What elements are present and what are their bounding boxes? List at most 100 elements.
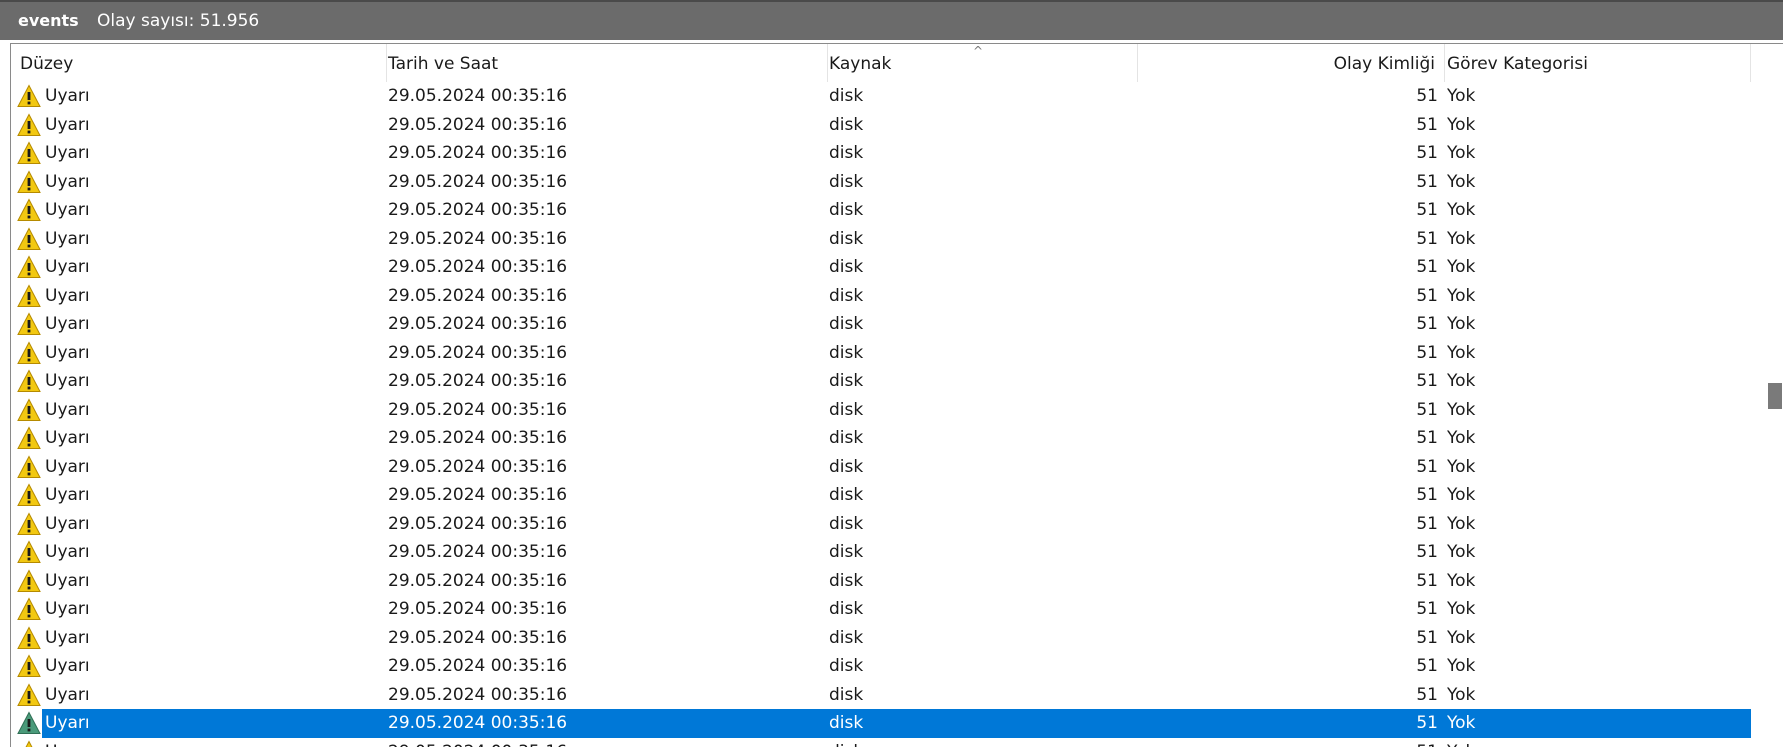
vertical-scrollbar[interactable] — [1751, 44, 1783, 747]
table-row[interactable]: Uyarı 29.05.2024 00:35:16 disk 51 Yok — [11, 567, 1751, 596]
cell-source: disk — [829, 456, 864, 477]
table-row[interactable]: Uyarı 29.05.2024 00:35:16 disk 51 Yok — [11, 424, 1751, 453]
table-row[interactable]: Uyarı 29.05.2024 00:35:16 disk 51 Yok — [11, 396, 1751, 425]
cell-category: Yok — [1447, 371, 1476, 391]
cell-level: Uyarı — [45, 627, 90, 648]
warning-icon — [17, 711, 41, 735]
cell-event-id: 51 — [1416, 114, 1438, 135]
cell-level: Uyarı — [45, 371, 90, 391]
cell-datetime: 29.05.2024 00:35:16 — [388, 738, 567, 747]
cell-datetime: 29.05.2024 00:35:16 — [388, 656, 568, 676]
table-row[interactable]: Uyarı 29.05.2024 00:35:16 disk 51 Yok — [11, 168, 1751, 197]
warning-icon — [17, 283, 41, 308]
table-row[interactable]: Uyarı 29.05.2024 00:35:16 disk 51 Yok — [11, 510, 1751, 539]
cell-category: Yok — [1447, 342, 1476, 363]
table-row[interactable]: Uyarı 29.05.2024 00:35:16 disk 51 Yok — [11, 652, 1751, 681]
cell-event-id: 51 — [1416, 171, 1438, 192]
column-header-datetime[interactable]: Tarih ve Saat — [387, 44, 828, 82]
cell-event-id: 51 — [1416, 456, 1438, 477]
cell-event-id: 51 — [1416, 428, 1438, 448]
warning-icon — [17, 169, 41, 194]
cell-category: Yok — [1447, 171, 1476, 192]
cell-category: Yok — [1447, 656, 1476, 676]
cell-source: disk — [829, 713, 864, 733]
cell-datetime: 29.05.2024 00:35:16 — [388, 485, 568, 505]
table-row[interactable]: Uyarı 29.05.2024 00:35:16 disk 51 Yok — [11, 82, 1751, 111]
table-row[interactable]: Uyarı 29.05.2024 00:35:16 disk 51 Yok — [11, 481, 1751, 510]
cell-category: Yok — [1447, 114, 1476, 135]
table-row[interactable]: Uyarı 29.05.2024 00:35:16 disk 51 Yok — [11, 282, 1751, 311]
table-row[interactable]: Uyarı 29.05.2024 00:35:16 disk 51 Yok — [11, 310, 1751, 339]
cell-event-id: 51 — [1416, 228, 1438, 249]
cell-datetime: 29.05.2024 00:35:16 — [388, 627, 568, 648]
table-row[interactable]: Uyarı 29.05.2024 00:35:16 disk 51 Yok — [11, 225, 1751, 254]
warning-icon — [17, 340, 41, 365]
cell-event-id: 51 — [1142, 738, 1438, 747]
cell-datetime: 29.05.2024 00:35:16 — [388, 114, 568, 135]
cell-datetime: 29.05.2024 00:35:16 — [388, 285, 568, 306]
table-row[interactable]: Uyarı 29.05.2024 00:35:16 disk 51 Yok — [11, 624, 1751, 653]
cell-datetime: 29.05.2024 00:35:16 — [388, 599, 568, 619]
table-row[interactable]: Uyarı 29.05.2024 00:35:16 disk 51 Yok — [11, 538, 1751, 567]
warning-icon — [17, 426, 41, 450]
table-row[interactable]: Uyarı 29.05.2024 00:35:16 disk 51 Yok — [11, 367, 1751, 396]
table-row[interactable]: Uyarı 29.05.2024 00:35:16 disk 51 Yok — [11, 139, 1751, 168]
warning-icon — [17, 568, 41, 593]
event-rows: Uyarı 29.05.2024 00:35:16 disk 51 Yok Uy… — [11, 82, 1751, 747]
table-row[interactable]: Uyarı 29.05.2024 00:35:16 disk 51 Yok — [11, 681, 1751, 710]
cell-event-id: 51 — [1416, 86, 1438, 106]
table-header: Düzey Tarih ve Saat Kaynak Olay Kimliği … — [11, 44, 1751, 82]
cell-level: Uyarı — [45, 399, 90, 420]
cell-level: Uyarı — [45, 485, 90, 505]
cell-level: Uyarı — [45, 738, 90, 747]
cell-event-id: 51 — [1416, 371, 1438, 391]
cell-level: Uyarı — [45, 656, 90, 676]
column-header-event-id-label: Olay Kimliği — [1333, 54, 1435, 74]
column-header-source-label: Kaynak — [829, 54, 892, 74]
warning-icon — [17, 625, 41, 650]
column-header-category[interactable]: Görev Kategorisi — [1445, 44, 1751, 82]
cell-category: Yok — [1447, 684, 1476, 705]
cell-event-id: 51 — [1416, 342, 1438, 363]
cell-event-id: 51 — [1416, 200, 1438, 220]
cell-category: Yok — [1447, 485, 1476, 505]
cell-source: disk — [829, 371, 864, 391]
warning-icon — [17, 682, 41, 707]
table-row-selected[interactable]: Uyarı 29.05.2024 00:35:16 disk 51 Yok — [11, 709, 1751, 738]
table-row[interactable]: Uyarı 29.05.2024 00:35:16 disk 51 Yok — [11, 196, 1751, 225]
cell-category: Yok — [1447, 627, 1476, 648]
table-row[interactable]: Uyarı 29.05.2024 00:35:16 disk 51 Yok — [11, 111, 1751, 140]
cell-datetime: 29.05.2024 00:35:16 — [388, 143, 568, 163]
event-count: Olay sayısı: 51.956 — [97, 11, 260, 31]
table-row[interactable]: Uyarı 29.05.2024 00:35:16 disk 51 Yok — [11, 453, 1751, 482]
cell-level: Uyarı — [45, 684, 90, 705]
cell-source: disk — [829, 171, 864, 192]
warning-icon — [17, 198, 41, 222]
cell-source: disk — [829, 86, 864, 106]
cell-level: Uyarı — [45, 200, 90, 220]
table-row[interactable]: Uyarı 29.05.2024 00:35:16 disk 51 Yok — [11, 253, 1751, 282]
selection-highlight — [42, 709, 1751, 738]
column-header-event-id[interactable]: Olay Kimliği — [1138, 44, 1445, 82]
cell-level: Uyarı — [45, 285, 90, 306]
cell-category: Yok — [1447, 513, 1476, 534]
table-row[interactable]: Uyarı 29.05.2024 00:35:16 disk 51 Yok — [11, 339, 1751, 368]
cell-category: Yok — [1447, 285, 1476, 306]
cell-category: Yok — [1447, 86, 1476, 106]
cell-datetime: 29.05.2024 00:35:16 — [388, 456, 568, 477]
cell-event-id: 51 — [1416, 314, 1438, 334]
cell-level: Uyarı — [45, 513, 90, 534]
cell-source: disk — [829, 228, 864, 249]
cell-level: Uyarı — [45, 428, 90, 448]
warning-icon — [17, 739, 41, 747]
column-header-level[interactable]: Düzey — [11, 44, 387, 82]
cell-category: Yok — [1447, 200, 1476, 220]
scrollbar-thumb[interactable] — [1768, 383, 1782, 409]
warning-icon — [17, 397, 41, 422]
cell-level: Uyarı — [45, 342, 90, 363]
cell-event-id: 51 — [1416, 542, 1438, 562]
cell-event-id: 51 — [1416, 257, 1438, 277]
table-row[interactable]: Uyarı 29.05.2024 00:35:16 disk 51 Yok — [11, 595, 1751, 624]
cell-event-id: 51 — [1416, 713, 1438, 733]
table-row[interactable]: Uyarı 29.05.2024 00:35:16 disk 51 Yok — [11, 738, 1751, 747]
